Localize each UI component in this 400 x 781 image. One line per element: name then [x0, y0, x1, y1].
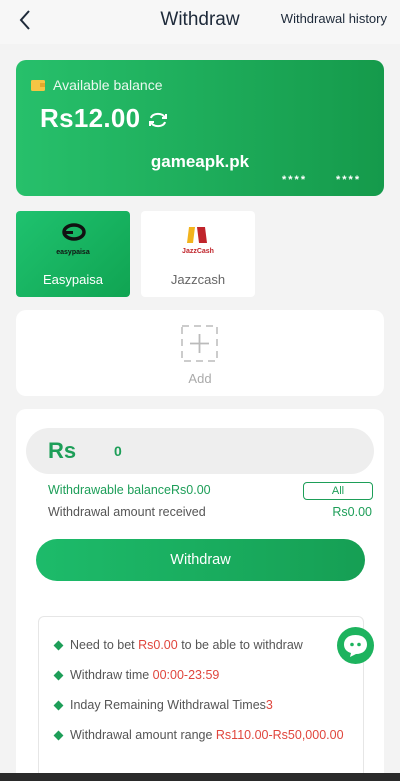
withdrawal-history-link[interactable]: Withdrawal history [281, 11, 387, 26]
amount-value: 0 [114, 443, 122, 459]
withdraw-form: Rs 0 Withdrawable balanceRs0.00 All With… [16, 409, 384, 781]
all-button[interactable]: All [303, 482, 373, 500]
available-balance-label: Available balance [53, 77, 163, 93]
received-label: Withdrawal amount received [48, 505, 206, 519]
header-bar: Withdraw Withdrawal history [0, 0, 400, 44]
rule-item: Need to bet Rs0.00 to be able to withdra… [53, 635, 355, 655]
method-easypaisa[interactable]: easypaisa Easypaisa [16, 211, 130, 297]
rule-item: Inday Remaining Withdrawal Times3 [53, 695, 355, 715]
amount-input[interactable]: Rs 0 [26, 428, 374, 474]
withdrawable-balance: Withdrawable balanceRs0.00 [48, 483, 211, 497]
balance-amount: Rs12.00 [40, 103, 141, 133]
refresh-icon[interactable] [147, 110, 169, 130]
card-mask-2: **** [336, 174, 362, 186]
received-value: Rs0.00 [332, 505, 372, 519]
balance-card: Available balance Rs12.00 gameapk.pk ***… [16, 60, 384, 196]
currency-symbol: Rs [48, 438, 77, 463]
rules-box: Need to bet Rs0.00 to be able to withdra… [38, 616, 364, 781]
diamond-bullet-icon [53, 670, 64, 681]
method-label: Jazzcash [170, 272, 226, 287]
wallet-icon [31, 80, 45, 91]
add-account-card[interactable]: Add [16, 310, 384, 396]
add-label: Add [188, 371, 212, 386]
easypaisa-logo-text: easypaisa [56, 249, 90, 256]
rule-item: Withdraw time 00:00-23:59 [53, 665, 355, 685]
rule-item: Withdrawal amount range Rs110.00-Rs50,00… [53, 725, 355, 745]
jazzcash-logo-icon [187, 227, 207, 243]
diamond-bullet-icon [53, 640, 64, 651]
diamond-bullet-icon [53, 730, 64, 741]
chat-support-button[interactable] [337, 627, 374, 664]
easypaisa-logo-icon [62, 223, 86, 241]
jazzcash-logo-text: JazzCash [182, 248, 214, 255]
system-nav-bar [0, 773, 400, 781]
card-mask-1: **** [282, 174, 308, 186]
diamond-bullet-icon [53, 700, 64, 711]
withdraw-button[interactable]: Withdraw [36, 539, 365, 581]
method-jazzcash[interactable]: JazzCash Jazzcash [141, 211, 255, 297]
add-plus-icon [181, 325, 218, 362]
site-name: gameapk.pk [150, 152, 250, 171]
method-label: Easypaisa [43, 272, 103, 287]
chat-bubble-icon [344, 635, 367, 657]
